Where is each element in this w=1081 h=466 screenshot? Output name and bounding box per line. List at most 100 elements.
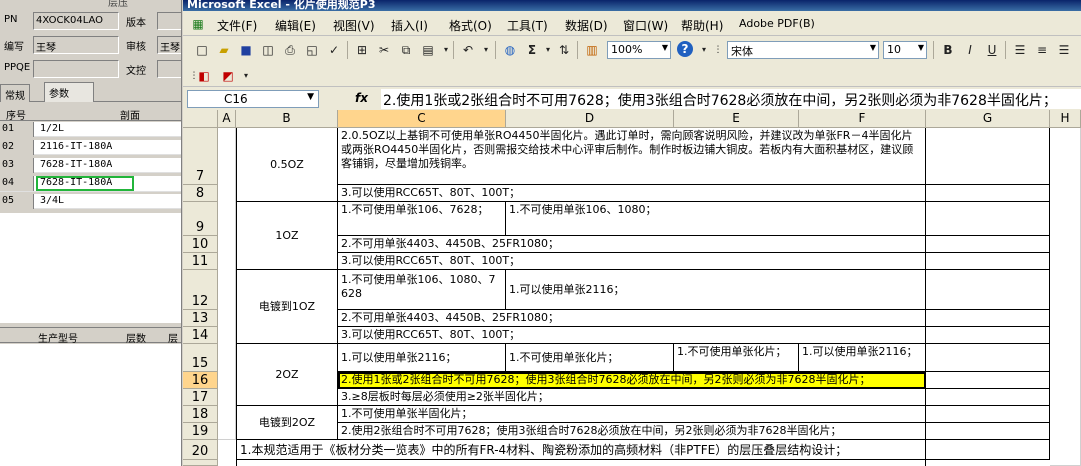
list-item[interactable]: 01 1/2L	[0, 122, 181, 137]
column-header-d[interactable]: D	[506, 110, 674, 128]
author-field[interactable]: 王琴	[33, 36, 119, 54]
list-item[interactable]: 05 3/4L	[0, 194, 181, 209]
font-name-select[interactable]: 宋体 ▼	[727, 41, 879, 59]
cell-c15[interactable]: 1.可以使用单张2116；	[338, 344, 506, 372]
cell-c11[interactable]: 3.可以使用RCC65T、80T、100T；	[338, 253, 926, 270]
menu-help[interactable]: 帮助(H)	[681, 17, 723, 34]
cell-b20[interactable]: 1.本规范适用于《板材分类一览表》中的所有FR-4材料、陶瓷粉添加的高频材料（非…	[236, 440, 926, 460]
cell-g19[interactable]	[926, 423, 1050, 440]
print-icon[interactable]: ⎙	[281, 41, 299, 59]
cell-g8[interactable]	[926, 185, 1050, 202]
save-icon[interactable]: ■	[237, 41, 255, 59]
print-preview-icon[interactable]: ◱	[303, 41, 321, 59]
pn-field[interactable]: 4XOCK04LAO	[33, 12, 119, 30]
doc-control-field[interactable]	[157, 60, 181, 78]
menu-tools[interactable]: 工具(T)	[507, 17, 548, 34]
cell-d9[interactable]: 1.不可使用单张106、1080；	[506, 202, 926, 236]
cell-g9[interactable]	[926, 202, 1050, 236]
help-icon[interactable]: ?	[677, 41, 693, 57]
toolbar-grip-icon[interactable]: ⋮	[709, 41, 727, 59]
undo-icon[interactable]: ↶	[459, 41, 477, 59]
cell-g14[interactable]	[926, 327, 1050, 344]
cell-c16-selected[interactable]: 2.使用1张或2张组合时不可用7628；使用3张组合时7628必须放在中间，另2…	[338, 372, 926, 389]
cell-d12[interactable]: 1.可以使用单张2116；	[506, 270, 926, 310]
cell-c7[interactable]: 2.0.5OZ以上基铜不可使用单张RO4450半固化片。遇此订单时，需向顾客说明…	[338, 128, 926, 185]
cell-c17[interactable]: 3.≥8层板时每层必须使用≥2张半固化片；	[338, 389, 926, 406]
row-header-7[interactable]: 7	[183, 128, 218, 185]
cell-g18[interactable]	[926, 406, 1050, 423]
copy-icon[interactable]: ⧉	[397, 41, 415, 59]
menu-file[interactable]: 文件(F)	[217, 17, 257, 34]
column-header-f[interactable]: F	[799, 110, 926, 128]
list-item[interactable]: 03 7628-IT-180A	[0, 158, 181, 173]
row-header-15[interactable]: 15	[183, 344, 218, 372]
ppqe-field[interactable]	[33, 60, 119, 78]
column-header-c[interactable]: C	[338, 110, 506, 128]
zoom-select[interactable]: 100% ▼	[607, 41, 671, 59]
function-icon[interactable]: fx	[355, 91, 368, 105]
row-header-8[interactable]: 8	[183, 185, 218, 202]
hyperlink-icon[interactable]: ◍	[501, 41, 519, 59]
version-field[interactable]	[157, 12, 181, 30]
cell-g20[interactable]	[926, 440, 1050, 460]
cell-b-plate-2oz[interactable]: 电镀到2OZ	[236, 406, 338, 440]
open-icon[interactable]: ▰	[215, 41, 233, 59]
row-header-14[interactable]: 14	[183, 327, 218, 344]
name-box[interactable]: C16 ▼	[187, 90, 319, 108]
select-all-corner[interactable]	[183, 110, 218, 128]
bold-icon[interactable]: B	[939, 41, 957, 59]
cell-g15[interactable]	[926, 344, 1050, 372]
row-header-21[interactable]	[183, 460, 218, 466]
cell-c8[interactable]: 3.可以使用RCC65T、80T、100T；	[338, 185, 926, 202]
row-header-13[interactable]: 13	[183, 310, 218, 327]
paste-icon[interactable]: ▤	[419, 41, 437, 59]
research-icon[interactable]: ⊞	[353, 41, 371, 59]
row-header-12[interactable]: 12	[183, 270, 218, 310]
column-a-cells[interactable]	[218, 128, 236, 440]
cell-b-1oz[interactable]: 1OZ	[236, 202, 338, 270]
excel-app-icon[interactable]: ▦	[189, 15, 207, 33]
align-center-icon[interactable]: ≡	[1033, 41, 1051, 59]
row-header-10[interactable]: 10	[183, 236, 218, 253]
cell-g10[interactable]	[926, 236, 1050, 253]
cell-g7[interactable]	[926, 128, 1050, 185]
row-header-11[interactable]: 11	[183, 253, 218, 270]
cell-e15[interactable]: 1.不可使用单张化片；	[674, 344, 799, 372]
cell-c9[interactable]: 1.不可使用单张106、7628；	[338, 202, 506, 236]
column-header-e[interactable]: E	[674, 110, 799, 128]
menu-view[interactable]: 视图(V)	[333, 17, 375, 34]
list-item-selected[interactable]: 04 7628-IT-180A	[0, 176, 181, 192]
menu-insert[interactable]: 插入(I)	[391, 17, 428, 34]
menu-format[interactable]: 格式(O)	[449, 17, 492, 34]
sort-ascending-icon[interactable]: ⇅	[555, 41, 573, 59]
align-right-icon[interactable]: ☰	[1055, 41, 1073, 59]
new-icon[interactable]: □	[193, 41, 211, 59]
cell-g11[interactable]	[926, 253, 1050, 270]
cut-icon[interactable]: ✂	[375, 41, 393, 59]
cell-d15[interactable]: 1.不可使用单张化片；	[506, 344, 674, 372]
row-header-18[interactable]: 18	[183, 406, 218, 423]
underline-icon[interactable]: U	[983, 41, 1001, 59]
cell-b-plate-1oz[interactable]: 电镀到1OZ	[236, 270, 338, 344]
column-header-b[interactable]: B	[236, 110, 338, 128]
cell-c19[interactable]: 2.使用2张组合时不可用7628；使用3张组合时7628必须放在中间，另2张则必…	[338, 423, 926, 440]
cell-c18[interactable]: 1.不可使用单张半固化片；	[338, 406, 926, 423]
toolbar-options-icon[interactable]: ▾	[237, 67, 255, 85]
column-h-cells[interactable]	[1050, 128, 1081, 466]
col-header-layer[interactable]: 层	[168, 330, 178, 345]
cell-b-05oz[interactable]: 0.5OZ	[236, 128, 338, 202]
cell-f15[interactable]: 1.可以使用单张2116；	[799, 344, 926, 372]
col-header-section[interactable]: 剖面	[120, 107, 140, 122]
tab-parameters[interactable]: 参数	[44, 82, 94, 102]
cell-c13[interactable]: 2.不可用单张4403、4450B、25FR1080；	[338, 310, 926, 327]
formula-input[interactable]: 2.使用1张或2张组合时不可用7628；使用3张组合时7628必须放在中间，另2…	[381, 89, 1081, 109]
cell-c10[interactable]: 2.不可用单张4403、4450B、25FR1080；	[338, 236, 926, 253]
convert-pdf-email-icon[interactable]: ◩	[219, 67, 237, 85]
cell-g17[interactable]	[926, 389, 1050, 406]
cell-b-2oz[interactable]: 2OZ	[236, 344, 338, 406]
italic-icon[interactable]: I	[961, 41, 979, 59]
spelling-icon[interactable]: ✓	[325, 41, 343, 59]
row-header-16[interactable]: 16	[183, 372, 218, 389]
row-header-19[interactable]: 19	[183, 423, 218, 440]
convert-pdf-icon[interactable]: ◧	[195, 67, 213, 85]
